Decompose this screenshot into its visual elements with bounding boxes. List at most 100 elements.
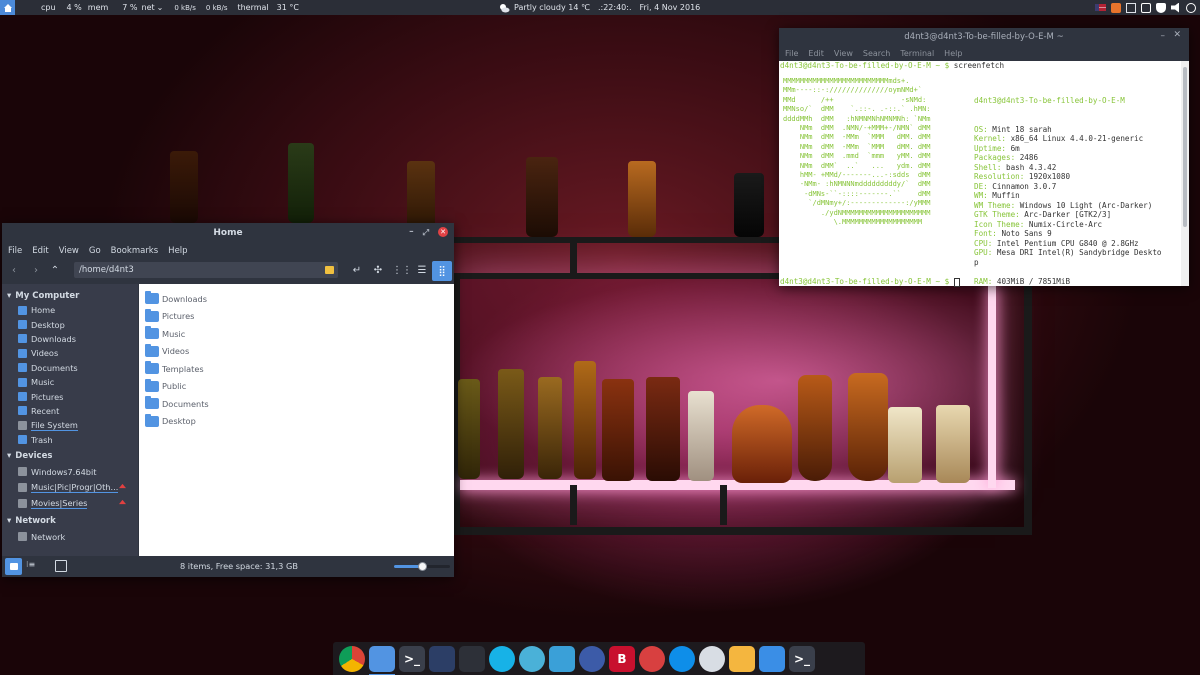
file-item[interactable]: Music [145, 325, 454, 343]
drive-icon [18, 420, 27, 430]
menu-view[interactable]: View [59, 246, 79, 256]
app-grid-icon[interactable] [429, 645, 455, 672]
eject-icon[interactable] [119, 483, 126, 489]
terminal-close-button[interactable]: ✕ [1173, 30, 1181, 40]
disk-usage-icon[interactable] [579, 645, 605, 672]
minimize-button[interactable]: – [409, 227, 414, 237]
flask-icon[interactable] [639, 645, 665, 672]
sidebar-item-file-system[interactable]: File System [2, 418, 138, 432]
zoom-slider[interactable] [394, 562, 450, 571]
terminal-menu-edit[interactable]: Edit [808, 49, 824, 58]
kodi-icon[interactable] [489, 645, 515, 672]
forward-arrow-icon[interactable]: › [29, 263, 43, 277]
sidebar-item-device-music[interactable]: Music|Pic|Progr|Oth... [2, 480, 138, 496]
sidebar-item-trash[interactable]: Trash [2, 433, 138, 447]
power-icon[interactable] [1186, 2, 1196, 13]
file-item[interactable]: Templates [145, 360, 454, 378]
update-shield-icon[interactable] [1156, 2, 1166, 13]
file-manager-titlebar[interactable]: Home – ⤢ ✕ [2, 223, 454, 242]
terminal-titlebar[interactable]: d4nt3@d4nt3-To-be-filled-by-O-E-M ~ – ✕ [779, 28, 1189, 45]
up-arrow-icon[interactable]: ⌃ [48, 263, 62, 277]
calculator-icon[interactable] [519, 645, 545, 672]
compact-view-icon[interactable]: ⣿ [432, 261, 452, 281]
menu-help[interactable]: Help [168, 246, 187, 256]
volume-icon[interactable] [1171, 2, 1179, 13]
terminal-menu-terminal[interactable]: Terminal [900, 49, 934, 58]
trash-icon[interactable] [759, 645, 785, 672]
sidebar-item-recent[interactable]: Recent [2, 404, 138, 418]
file-list[interactable]: Downloads Pictures Music Videos Templates Pub… [139, 284, 454, 556]
eject-icon[interactable] [119, 499, 126, 505]
info-value: Windows 10 Light (Arc-Darker) [1019, 200, 1153, 210]
menu-go[interactable]: Go [89, 246, 101, 256]
terminal-minimize-button[interactable]: – [1161, 31, 1166, 41]
weather-text: Partly cloudy 14 ℃ [514, 3, 590, 12]
file-item[interactable]: Pictures [145, 308, 454, 326]
rss-icon[interactable] [1111, 2, 1121, 13]
toggle-icon[interactable] [699, 645, 725, 672]
terminal-menu-search[interactable]: Search [863, 49, 890, 58]
files-icon[interactable] [369, 645, 395, 675]
sidebar-item-downloads[interactable]: Downloads [2, 332, 138, 346]
list-view-icon[interactable]: ☰ [415, 263, 429, 277]
chrome-icon[interactable] [339, 645, 365, 672]
sidebar-item-device-windows[interactable]: Windows7.64bit [2, 464, 138, 480]
terminal-output[interactable]: d4nt3@d4nt3-To-be-filled-by-O-E-M ~ $ sc… [779, 61, 1181, 287]
terminal-menu-help[interactable]: Help [944, 49, 962, 58]
file-item[interactable]: Documents [145, 395, 454, 413]
terminal-menu-view[interactable]: View [834, 49, 853, 58]
icon-view-icon[interactable]: ⋮⋮ [392, 263, 412, 277]
sidebar-heading-devices[interactable]: ▾ Devices [2, 449, 138, 464]
toggle-location-icon[interactable]: ↵ [350, 263, 364, 277]
file-item[interactable]: Desktop [145, 413, 454, 431]
show-treeview-button[interactable]: ⁝≡ [26, 560, 38, 572]
target-icon[interactable]: ✣ [371, 263, 385, 277]
info-value: Cinnamon 3.0.7 [992, 181, 1057, 191]
maximize-button[interactable]: ⤢ [423, 228, 429, 237]
show-places-button[interactable] [5, 558, 22, 575]
sidebar-item-music[interactable]: Music [2, 375, 138, 389]
sidebar-heading-network[interactable]: ▾ Network [2, 514, 138, 529]
folder-icon [145, 343, 159, 357]
sidebar-item-label: Recent [31, 405, 60, 416]
sidebar-item-network[interactable]: Network [2, 529, 138, 545]
menu-edit[interactable]: Edit [32, 246, 48, 256]
bottle [538, 377, 562, 479]
file-manager-window[interactable]: Home – ⤢ ✕ File Edit View Go Bookmarks H… [2, 223, 454, 577]
weather-applet[interactable]: Partly cloudy 14 ℃ .:22:40:. Fri, 4 Nov … [499, 0, 700, 15]
menu-bookmarks[interactable]: Bookmarks [111, 246, 159, 256]
sidebar-item-device-movies[interactable]: Movies|Series [2, 496, 138, 512]
terminal-scrollbar[interactable] [1181, 61, 1189, 286]
info-key: Packages: [974, 153, 1016, 162]
terminal-window[interactable]: d4nt3@d4nt3-To-be-filled-by-O-E-M ~ – ✕ … [779, 28, 1189, 287]
sidebar-item-documents[interactable]: Documents [2, 361, 138, 375]
close-button[interactable]: ✕ [438, 227, 448, 237]
menu-button[interactable] [0, 0, 15, 15]
menu-file[interactable]: File [8, 246, 22, 256]
back-arrow-icon[interactable]: ‹ [7, 263, 21, 277]
shelf-divider [570, 243, 577, 275]
chat-icon[interactable] [1141, 2, 1151, 13]
flag-us-icon[interactable] [1095, 4, 1106, 11]
sidebar-item-pictures[interactable]: Pictures [2, 389, 138, 403]
file-item-label: Public [162, 381, 187, 392]
terminal-menu-file[interactable]: File [785, 49, 798, 58]
file-item[interactable]: Downloads [145, 290, 454, 308]
terminal-2-icon[interactable]: >_ [789, 645, 815, 672]
sidebar-item-desktop[interactable]: Desktop [2, 317, 138, 331]
location-entry[interactable]: /home/d4nt3 [74, 262, 338, 278]
toggle-sidebar-button[interactable] [55, 560, 67, 572]
file-item[interactable]: Videos [145, 343, 454, 361]
sidebar-item-home[interactable]: Home [2, 303, 138, 317]
teamviewer-icon[interactable] [669, 645, 695, 672]
notes-icon[interactable] [729, 645, 755, 672]
network-icon[interactable] [1126, 2, 1136, 13]
system-monitor-icon[interactable] [549, 645, 575, 672]
dashboard-icon[interactable] [459, 645, 485, 672]
bitdefender-icon[interactable]: B [609, 645, 635, 672]
zoom-slider-handle[interactable] [418, 562, 427, 571]
terminal-icon[interactable]: >_ [399, 645, 425, 672]
sidebar-item-videos[interactable]: Videos [2, 346, 138, 360]
sidebar-heading-computer[interactable]: ▾ My Computer [2, 288, 138, 303]
file-item[interactable]: Public [145, 378, 454, 396]
